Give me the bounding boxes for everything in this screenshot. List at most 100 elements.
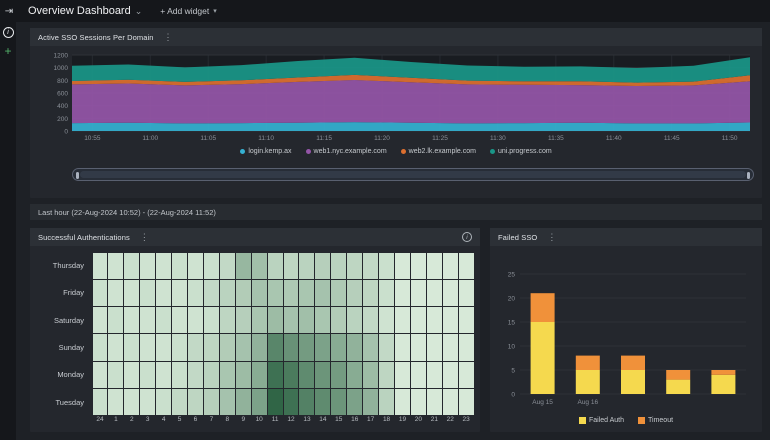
heatmap-cell	[443, 362, 458, 388]
heatmap-cell	[331, 362, 346, 388]
svg-text:11:45: 11:45	[664, 135, 680, 142]
area-series	[72, 122, 750, 131]
widget-header: Active SSO Sessions Per Domain ⋮	[30, 28, 762, 46]
sidebar-toggle-icon[interactable]: ⇥	[0, 0, 18, 22]
heatmap-cell	[427, 280, 442, 306]
heatmap-cell	[315, 253, 330, 279]
svg-text:11:40: 11:40	[606, 135, 622, 142]
heatmap-cell	[140, 253, 155, 279]
heatmap-cell	[220, 389, 235, 415]
slider-left-handle[interactable]	[76, 172, 79, 179]
heatmap-cell	[284, 362, 299, 388]
heatmap-cell	[299, 362, 314, 388]
heatmap-cell	[108, 334, 123, 360]
kebab-menu-icon[interactable]: ⋮	[164, 32, 173, 43]
heatmap-col-label: 2	[124, 416, 139, 427]
info-icon[interactable]: i	[462, 232, 472, 242]
heatmap-cell	[363, 307, 378, 333]
heatmap-row-label: Sunday	[34, 334, 92, 361]
info-icon[interactable]: i	[3, 27, 14, 38]
area-series	[72, 80, 750, 123]
heatmap-cell	[236, 389, 251, 415]
heatmap-cell	[188, 253, 203, 279]
heatmap-cell	[427, 362, 442, 388]
svg-text:Aug 15: Aug 15	[532, 399, 553, 406]
heatmap-cell	[459, 389, 474, 415]
heatmap-cell	[204, 362, 219, 388]
legend-item[interactable]: login.kemp.ax	[240, 148, 291, 155]
legend-item[interactable]: web1.nyc.example.com	[306, 148, 387, 155]
heatmap-cell	[331, 389, 346, 415]
heatmap-cell	[124, 307, 139, 333]
heatmap-cell	[124, 280, 139, 306]
heatmap-col-label: 22	[443, 416, 458, 427]
heatmap-cell	[315, 362, 330, 388]
area-chart-legend: login.kemp.ax web1.nyc.example.com web2.lk…	[30, 148, 762, 156]
heatmap-cell	[236, 334, 251, 360]
heatmap-cell	[315, 307, 330, 333]
legend-item[interactable]: uni.progress.com	[490, 148, 552, 155]
time-range-bar: Last hour (22-Aug-2024 10:52) - (22-Aug-…	[30, 204, 762, 220]
heatmap-cell	[331, 253, 346, 279]
dashboard-title-dropdown[interactable]: Overview Dashboard ⌄	[28, 5, 142, 17]
legend-item[interactable]: Timeout	[638, 417, 673, 424]
bar-segment	[621, 370, 645, 394]
legend-dot-icon	[306, 149, 311, 154]
add-icon[interactable]: +	[4, 46, 11, 56]
add-widget-label: + Add widget	[160, 6, 209, 16]
heatmap-cell	[363, 389, 378, 415]
kebab-menu-icon[interactable]: ⋮	[547, 232, 556, 243]
add-widget-button[interactable]: + Add widget ▾	[160, 6, 216, 16]
slider-right-handle[interactable]	[747, 172, 750, 179]
heatmap-cell	[395, 253, 410, 279]
svg-text:20: 20	[508, 296, 516, 303]
heatmap-cell	[363, 334, 378, 360]
time-range-slider[interactable]	[72, 168, 754, 181]
heatmap-cell	[395, 362, 410, 388]
heatmap-cell	[93, 362, 108, 388]
area-chart-svg: 10:5511:0011:0511:1011:1511:2011:2511:30…	[32, 50, 760, 144]
heatmap-cell	[411, 389, 426, 415]
bar-chart-legend: Failed Auth Timeout	[490, 417, 762, 426]
top-bar: ⇥ Overview Dashboard ⌄ + Add widget ▾	[0, 0, 770, 22]
heatmap-cell	[252, 253, 267, 279]
heatmap-cell	[284, 307, 299, 333]
legend-item[interactable]: Failed Auth	[579, 417, 624, 424]
time-range-text: Last hour (22-Aug-2024 10:52) - (22-Aug-…	[38, 208, 216, 217]
widget-title: Failed SSO	[498, 233, 537, 242]
heatmap-col-label: 20	[411, 416, 426, 427]
heatmap-cell	[236, 280, 251, 306]
heatmap-cell	[108, 253, 123, 279]
heatmap-cell	[268, 389, 283, 415]
heatmap-cell	[299, 389, 314, 415]
heatmap-cell	[156, 280, 171, 306]
svg-text:10: 10	[508, 344, 516, 351]
svg-text:11:30: 11:30	[490, 135, 506, 142]
heatmap-cell	[347, 280, 362, 306]
heatmap-cell	[363, 253, 378, 279]
heatmap-cell	[411, 280, 426, 306]
heatmap-cell	[347, 253, 362, 279]
heatmap-col-label: 21	[427, 416, 442, 427]
heatmap-cell	[220, 280, 235, 306]
heatmap-cell	[93, 307, 108, 333]
heatmap-cell	[172, 253, 187, 279]
svg-text:800: 800	[57, 78, 68, 85]
heatmap-cell	[299, 334, 314, 360]
svg-text:25: 25	[508, 272, 516, 279]
heatmap-cell	[443, 307, 458, 333]
heatmap-cell	[347, 362, 362, 388]
slider-selected-range[interactable]	[80, 171, 746, 178]
heatmap-cell	[140, 307, 155, 333]
heatmap-cell	[427, 307, 442, 333]
heatmap-cell	[411, 253, 426, 279]
heatmap-cell	[268, 280, 283, 306]
bar-segment	[711, 370, 735, 375]
kebab-menu-icon[interactable]: ⋮	[140, 232, 149, 243]
heatmap-col-label: 17	[363, 416, 378, 427]
legend-item[interactable]: web2.lk.example.com	[401, 148, 476, 155]
heatmap-cell	[156, 307, 171, 333]
heatmap-col-label: 10	[252, 416, 267, 427]
heatmap-cell	[395, 307, 410, 333]
heatmap-cell	[379, 334, 394, 360]
